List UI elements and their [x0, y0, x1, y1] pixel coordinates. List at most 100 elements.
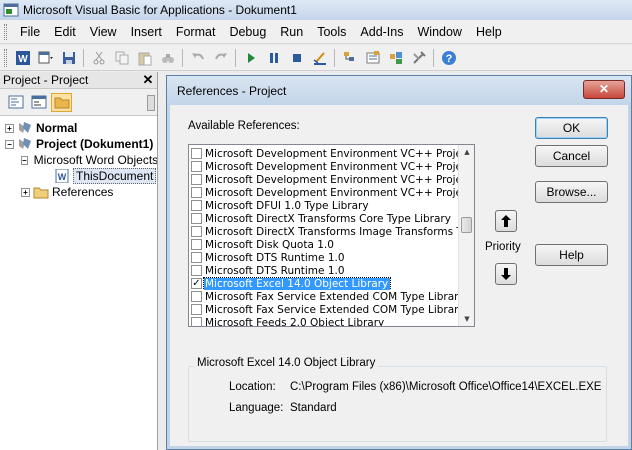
- view-object-button[interactable]: [28, 93, 49, 112]
- reference-item[interactable]: Microsoft DirectX Transforms Image Trans…: [191, 225, 459, 238]
- collapse-icon[interactable]: −: [21, 155, 28, 165]
- reference-checkbox[interactable]: [191, 239, 202, 250]
- reference-checkbox[interactable]: [191, 226, 202, 237]
- project-explorer-header: Project - Project ✕: [0, 72, 157, 89]
- paste-button[interactable]: [134, 47, 155, 68]
- tree-label-word-objects: Microsoft Word Objects: [33, 153, 157, 167]
- design-mode-button[interactable]: [309, 47, 330, 68]
- menu-format[interactable]: Format: [169, 21, 223, 43]
- menu-edit[interactable]: Edit: [47, 21, 83, 43]
- view-code-button[interactable]: [5, 93, 26, 112]
- object-browser-icon: [389, 51, 402, 64]
- toggle-folders-button[interactable]: [51, 92, 72, 112]
- reference-item[interactable]: Microsoft Disk Quota 1.0: [191, 238, 459, 251]
- reference-item[interactable]: Microsoft Development Environment VC++ P…: [191, 160, 459, 173]
- tree-node-word-objects[interactable]: − Microsoft Word Objects: [0, 152, 157, 168]
- reference-item[interactable]: Microsoft Feeds 2.0 Object Library: [191, 316, 459, 326]
- priority-up-button[interactable]: [495, 210, 517, 232]
- expand-icon[interactable]: +: [21, 187, 30, 197]
- scroll-thumb[interactable]: [461, 217, 472, 233]
- reference-label: Microsoft Development Environment VC++ P…: [205, 173, 459, 186]
- menu-run[interactable]: Run: [273, 21, 310, 43]
- paste-icon: [138, 52, 151, 65]
- reference-item[interactable]: Microsoft Development Environment VC++ P…: [191, 147, 459, 160]
- redo-button[interactable]: [210, 47, 231, 68]
- reference-item[interactable]: Microsoft DFUI 1.0 Type Library: [191, 199, 459, 212]
- reference-checkbox[interactable]: [191, 200, 202, 211]
- menu-tools[interactable]: Tools: [310, 21, 353, 43]
- reference-item[interactable]: Microsoft DTS Runtime 1.0: [191, 264, 459, 277]
- reference-checkbox[interactable]: [191, 317, 202, 326]
- toolbox-button[interactable]: [408, 47, 429, 68]
- scroll-up-arrow-icon[interactable]: ▲: [459, 145, 474, 159]
- toolbar-grip[interactable]: [4, 48, 7, 67]
- reference-label: Microsoft DFUI 1.0 Type Library: [205, 199, 369, 212]
- menu-insert[interactable]: Insert: [124, 21, 169, 43]
- tree-node-normal[interactable]: + Normal: [0, 120, 157, 136]
- reference-checkbox[interactable]: [191, 265, 202, 276]
- menu-add-ins[interactable]: Add-Ins: [353, 21, 410, 43]
- tree-label-references: References: [52, 185, 114, 199]
- reference-item[interactable]: Microsoft DirectX Transforms Core Type L…: [191, 212, 459, 225]
- undo-button[interactable]: [187, 47, 208, 68]
- break-button[interactable]: [263, 47, 284, 68]
- menubar-grip[interactable]: [4, 23, 7, 40]
- menu-view[interactable]: View: [83, 21, 124, 43]
- object-browser-button[interactable]: [385, 47, 406, 68]
- reference-item[interactable]: Microsoft Development Environment VC++ P…: [191, 173, 459, 186]
- insert-module-button[interactable]: [35, 47, 56, 68]
- panel-scroll-marker[interactable]: [147, 95, 155, 111]
- save-button[interactable]: [58, 47, 79, 68]
- menu-help[interactable]: Help: [469, 21, 509, 43]
- collapse-icon[interactable]: −: [5, 139, 14, 149]
- reference-checkbox[interactable]: [191, 291, 202, 302]
- browse-button[interactable]: Browse...: [535, 181, 608, 203]
- language-value: Standard: [290, 402, 337, 414]
- word-view-button[interactable]: W: [12, 47, 33, 68]
- menu-window[interactable]: Window: [411, 21, 469, 43]
- toolbar-separator: [235, 48, 236, 67]
- tree-node-this-document[interactable]: W ThisDocument: [0, 168, 157, 184]
- dialog-close-button[interactable]: ✕: [583, 80, 625, 99]
- references-list[interactable]: Microsoft Development Environment VC++ P…: [188, 144, 475, 327]
- reference-checkbox[interactable]: [191, 187, 202, 198]
- references-scrollbar[interactable]: ▲ ▼: [458, 145, 474, 326]
- view-code-icon: [8, 95, 23, 109]
- copy-button[interactable]: [111, 47, 132, 68]
- reference-item-selected[interactable]: ✓ Microsoft Excel 14.0 Object Library: [191, 277, 459, 290]
- priority-down-button[interactable]: [495, 263, 517, 285]
- reference-checkbox[interactable]: [191, 252, 202, 263]
- menu-debug[interactable]: Debug: [222, 21, 273, 43]
- properties-window-button[interactable]: [362, 47, 383, 68]
- reference-item[interactable]: Microsoft Fax Service Extended COM Type …: [191, 290, 459, 303]
- cut-button[interactable]: [88, 47, 109, 68]
- reference-checkbox[interactable]: [191, 161, 202, 172]
- reset-button[interactable]: [286, 47, 307, 68]
- tree-label-normal: Normal: [36, 121, 78, 135]
- scroll-down-arrow-icon[interactable]: ▼: [459, 312, 474, 326]
- expand-icon[interactable]: +: [5, 123, 14, 133]
- reference-item[interactable]: Microsoft Development Environment VC++ P…: [191, 186, 459, 199]
- reference-item[interactable]: Microsoft DTS Runtime 1.0: [191, 251, 459, 264]
- toolbox-icon: [412, 50, 426, 64]
- ok-button[interactable]: OK: [535, 117, 608, 139]
- reference-checkbox[interactable]: [191, 304, 202, 315]
- tree-node-references[interactable]: + References: [0, 184, 157, 200]
- reference-label: Microsoft DTS Runtime 1.0: [205, 251, 345, 264]
- find-button[interactable]: [157, 47, 178, 68]
- reference-item[interactable]: Microsoft Fax Service Extended COM Type …: [191, 303, 459, 316]
- cancel-button[interactable]: Cancel: [535, 145, 608, 167]
- help-button[interactable]: Help: [535, 244, 608, 266]
- reference-checkbox[interactable]: [191, 213, 202, 224]
- project-explorer-button[interactable]: [339, 47, 360, 68]
- menu-file[interactable]: File: [13, 21, 47, 43]
- reference-checkbox-checked[interactable]: ✓: [191, 278, 202, 289]
- run-button[interactable]: [240, 47, 261, 68]
- close-icon[interactable]: ✕: [142, 72, 154, 88]
- reference-checkbox[interactable]: [191, 148, 202, 159]
- tree-node-project[interactable]: − Project (Dokument1): [0, 136, 157, 152]
- help-button[interactable]: ?: [438, 47, 459, 68]
- properties-icon: [366, 50, 379, 63]
- svg-text:W: W: [58, 172, 67, 182]
- reference-checkbox[interactable]: [191, 174, 202, 185]
